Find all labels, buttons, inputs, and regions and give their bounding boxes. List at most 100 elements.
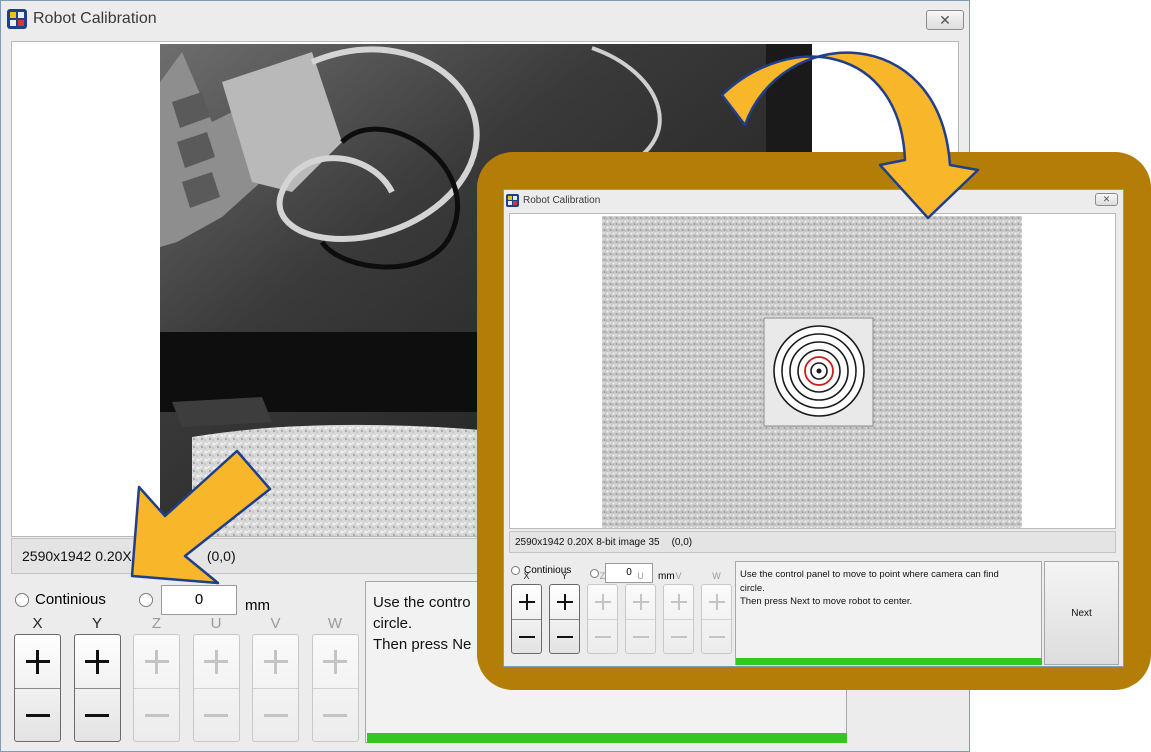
jog-w-minus-button[interactable]: [312, 688, 358, 742]
close-icon: ✕: [1102, 194, 1111, 204]
jog-v-minus-button[interactable]: [253, 688, 298, 742]
jog-z-minus-button[interactable]: [588, 619, 617, 654]
cursor-coordinates: (0,0): [671, 536, 693, 548]
jog-v: [252, 634, 299, 742]
axis-label-z: Z: [151, 615, 162, 632]
jog-y: [73, 634, 121, 742]
instructions-box: Use the control panel to move to point w…: [735, 561, 1042, 665]
camera-viewer: [509, 213, 1116, 529]
axis-label-x: X: [32, 615, 43, 632]
jog-v-minus-button[interactable]: [664, 619, 693, 654]
jog-u: [625, 584, 656, 654]
axis-label-u: U: [210, 615, 222, 632]
axis-label-w: W: [327, 615, 343, 632]
jog-x: [14, 634, 61, 742]
minus-icon: [25, 714, 50, 717]
plus-icon: [85, 649, 109, 674]
axis-label-x: X: [523, 571, 530, 581]
jog-z: [133, 634, 180, 742]
title-bar: Robot Calibration: [1, 1, 969, 37]
window-title: Robot Calibration: [523, 194, 601, 206]
image-number: image 35: [618, 536, 660, 548]
plus-icon: [670, 594, 687, 610]
minus-icon: [85, 714, 109, 717]
instruction-line-3: Then press Next to move robot to center.: [740, 596, 913, 607]
minus-icon: [708, 636, 725, 638]
window-title: Robot Calibration: [33, 10, 157, 27]
instruction-line-1: Use the control panel to move to point w…: [740, 569, 999, 580]
plus-icon: [632, 594, 649, 610]
minus-icon: [594, 636, 611, 638]
plus-icon: [204, 649, 228, 674]
jog-control-panel: Continious 0 mm XYZUVW: [508, 559, 734, 667]
axis-label-w: W: [712, 571, 721, 581]
axis-label-u: U: [637, 571, 644, 581]
image-resolution: 2590x1942: [22, 548, 92, 564]
jog-w-plus-button[interactable]: [313, 635, 358, 688]
plus-icon: [25, 649, 50, 674]
jog-w: [311, 634, 359, 742]
jog-u: [192, 634, 240, 742]
jog-z-minus-button[interactable]: [134, 688, 179, 742]
jog-v-plus-button[interactable]: [664, 585, 693, 619]
cursor-coordinates: (0,0): [206, 548, 236, 564]
camera-image: [602, 216, 1022, 528]
minus-icon: [323, 714, 347, 717]
image-resolution: 2590x1942: [515, 536, 565, 548]
jog-z-plus-button[interactable]: [134, 635, 179, 688]
plus-icon: [323, 649, 347, 674]
step-mode-radio[interactable]: [139, 593, 153, 607]
plus-icon: [556, 594, 573, 610]
jog-y-plus-button[interactable]: [550, 585, 579, 619]
minus-icon: [518, 636, 535, 638]
jog-u-minus-button[interactable]: [626, 619, 655, 654]
jog-w-plus-button[interactable]: [702, 585, 731, 619]
jog-x: [511, 584, 542, 654]
jog-w-minus-button[interactable]: [702, 619, 731, 654]
jog-x-plus-button[interactable]: [512, 585, 541, 619]
jog-z: [587, 584, 618, 654]
minus-icon: [670, 636, 687, 638]
image-number: age 5: [151, 548, 187, 564]
jog-x-plus-button[interactable]: [15, 635, 60, 688]
jog-x-minus-button[interactable]: [15, 688, 60, 742]
image-format: 8-bit: [596, 536, 616, 548]
continuous-mode-label: Continious: [35, 591, 106, 608]
jog-y-plus-button[interactable]: [75, 635, 120, 688]
minus-icon: [556, 636, 573, 638]
plus-icon: [594, 594, 611, 610]
jog-u-plus-button[interactable]: [626, 585, 655, 619]
continuous-mode-radio[interactable]: [15, 592, 29, 607]
plus-icon: [518, 594, 535, 610]
instruction-line-2: circle.: [740, 582, 765, 594]
calibration-target: [763, 317, 874, 427]
close-button[interactable]: ✕: [1095, 193, 1118, 206]
jog-v: [663, 584, 694, 654]
plus-icon: [144, 649, 169, 674]
plus-icon: [263, 649, 288, 674]
jog-y-minus-button[interactable]: [550, 619, 579, 654]
close-button[interactable]: ✕: [926, 10, 964, 30]
jog-u-plus-button[interactable]: [194, 635, 239, 688]
jog-z-plus-button[interactable]: [588, 585, 617, 619]
progress-bar: [736, 658, 1042, 665]
next-button[interactable]: Next: [1044, 561, 1119, 665]
jog-y: [549, 584, 580, 654]
minus-icon: [204, 714, 228, 717]
jog-x-minus-button[interactable]: [512, 619, 541, 654]
image-zoom: 0.20X: [95, 548, 132, 564]
jog-w: [701, 584, 732, 654]
axis-label-y: Y: [561, 571, 568, 581]
jog-control-panel: Continious 0 mm XYZUVW: [9, 581, 361, 751]
step-distance-input[interactable]: 0: [161, 585, 237, 615]
minus-icon: [144, 714, 169, 717]
image-zoom: 0.20X: [567, 536, 594, 548]
jog-y-minus-button[interactable]: [74, 688, 120, 742]
jog-v-plus-button[interactable]: [253, 635, 298, 688]
progress-bar: [367, 733, 847, 743]
next-button-label: Next: [1071, 607, 1092, 619]
jog-u-minus-button[interactable]: [193, 688, 239, 742]
axis-label-v: V: [675, 571, 682, 581]
title-bar: Robot Calibration: [504, 190, 1123, 210]
axis-label-y: Y: [91, 615, 102, 632]
